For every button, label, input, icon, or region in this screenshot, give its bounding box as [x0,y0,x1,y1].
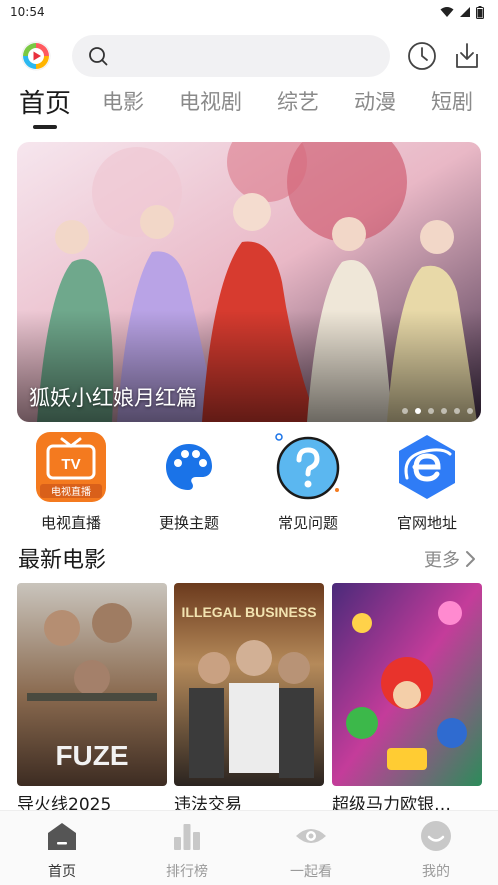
shortcut-label: 电视直播 [40,514,101,532]
movie-poster: ILLEGAL BUSINESS [174,583,324,786]
nav-label: 首页 [48,864,76,880]
ranking-icon [174,824,200,850]
section-header: 最新电影 更多 [0,540,498,574]
tv-icon-label: TV [61,456,80,473]
shortcut-tv-live[interactable]: TV 电视直播 电视直播 [16,432,126,533]
carousel-indicator [402,408,473,414]
shortcut-official-site[interactable]: 官网地址 [372,432,482,533]
carousel-dot[interactable] [454,408,460,414]
tab-indicator [33,125,57,129]
tab-short-drama[interactable]: 短剧 [431,86,473,116]
carousel-dot[interactable] [402,408,408,414]
nav-profile[interactable]: 我的 [396,819,476,881]
download-icon[interactable] [451,40,483,72]
search-icon [89,47,108,66]
category-tabs: 首页 电影 电视剧 综艺 动漫 短剧 [0,86,498,134]
nav-label: 我的 [422,864,450,880]
question-icon [275,433,340,500]
tab-tv-series[interactable]: 电视剧 [179,86,242,116]
shortcut-label: 更换主题 [158,514,219,532]
status-time: 10:54 [10,5,45,19]
search-input[interactable] [72,35,390,77]
tab-home[interactable]: 首页 [19,83,71,120]
tab-variety[interactable]: 综艺 [277,86,319,116]
chevron-right-icon [466,551,475,567]
shortcut-change-theme[interactable]: 更换主题 [134,432,244,533]
banner-image [17,142,481,422]
battery-icon [476,5,484,19]
more-link[interactable]: 更多 [424,546,476,572]
status-bar: 10:54 [0,0,498,24]
banner-title: 狐妖小红娘月红篇 [29,386,197,410]
movie-poster: FUZE [17,583,167,786]
history-icon[interactable] [406,40,438,72]
top-bar [0,34,498,78]
carousel-dot[interactable] [467,408,473,414]
bottom-navigation: 首页 排行榜 一起看 我的 [0,810,498,885]
status-icons [440,5,484,19]
carousel-dot[interactable] [441,408,447,414]
poster-title-text: ILLEGAL BUSINESS [181,604,316,620]
profile-icon [421,821,451,851]
poster-title-text: FUZE [55,740,128,771]
movie-card[interactable]: ILLEGAL BUSINESS 违法交易 [174,583,324,815]
nav-label: 一起看 [290,864,332,880]
movie-card[interactable]: FUZE 导火线2025 [17,583,167,815]
nav-watch-together[interactable]: 一起看 [271,819,351,881]
browser-e-icon [399,435,455,499]
wifi-icon [440,7,454,17]
shortcut-label: 常见问题 [277,514,338,532]
nav-label: 排行榜 [166,864,208,880]
tab-anime[interactable]: 动漫 [354,86,396,116]
more-label: 更多 [424,550,460,571]
app-logo-icon[interactable] [20,40,52,72]
movie-list: FUZE 导火线2025 ILLEGAL BUSINESS 违法交易 超级马力欧… [0,583,498,815]
shortcut-faq[interactable]: 常见问题 [253,432,363,533]
shortcut-label: 官网地址 [396,514,457,532]
tv-live-icon: TV 电视直播 [36,432,106,502]
carousel-dot[interactable] [415,408,421,414]
banner-carousel[interactable]: 狐妖小红娘月红篇 [17,142,481,422]
palette-icon [166,444,212,490]
movie-poster [332,583,482,786]
movie-card[interactable]: 超级马力欧银… [332,583,482,815]
nav-ranking[interactable]: 排行榜 [147,819,227,881]
tab-movies[interactable]: 电影 [102,86,144,116]
nav-home[interactable]: 首页 [22,819,102,881]
carousel-dot[interactable] [428,408,434,414]
shortcut-grid: TV 电视直播 电视直播 更换主题 常见问题 官网地址 [0,432,498,532]
eye-icon [296,829,326,843]
tv-icon-badge: 电视直播 [51,485,91,498]
home-icon [48,823,76,850]
signal-icon [460,7,470,17]
section-title: 最新电影 [18,548,107,573]
